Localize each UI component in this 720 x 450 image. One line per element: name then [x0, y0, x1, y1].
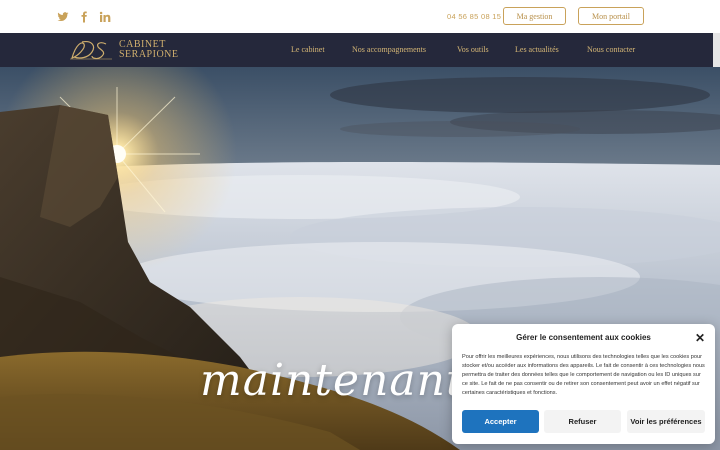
- logo-line-serapione: SERAPIONE: [119, 49, 179, 60]
- nav-item-nous-contacter[interactable]: Nous contacter: [587, 45, 635, 54]
- nav-item-les-actualites[interactable]: Les actualités: [515, 45, 559, 54]
- nav-item-le-cabinet[interactable]: Le cabinet: [291, 45, 325, 54]
- ma-gestion-button[interactable]: Ma gestion: [503, 7, 566, 25]
- twitter-icon[interactable]: [57, 11, 69, 23]
- close-icon[interactable]: ✕: [695, 331, 705, 345]
- hero-title: maintenant: [200, 355, 465, 406]
- consent-description: Pour offrir les meilleures expériences, …: [462, 354, 705, 397]
- refuse-button[interactable]: Refuser: [544, 410, 621, 433]
- nav-item-nos-accompagnements[interactable]: Nos accompagnements: [352, 45, 426, 54]
- nav-item-vos-outils[interactable]: Vos outils: [457, 45, 489, 54]
- logo-monogram-icon[interactable]: [68, 38, 114, 62]
- phone-number[interactable]: 04 56 85 08 15: [447, 12, 501, 21]
- top-bar: 04 56 85 08 15 Ma gestion Mon portail: [0, 0, 720, 33]
- linkedin-icon[interactable]: [99, 11, 111, 23]
- mon-portail-button[interactable]: Mon portail: [578, 7, 644, 25]
- preferences-button[interactable]: Voir les préférences: [627, 410, 705, 433]
- consent-title: Gérer le consentement aux cookies: [516, 333, 651, 342]
- accept-button[interactable]: Accepter: [462, 410, 539, 433]
- scrollbar[interactable]: [713, 33, 720, 67]
- facebook-icon[interactable]: [78, 11, 90, 23]
- logo-text[interactable]: CABINET SERAPIONE: [119, 40, 179, 60]
- cookie-consent-dialog: Gérer le consentement aux cookies ✕ Pour…: [452, 324, 715, 444]
